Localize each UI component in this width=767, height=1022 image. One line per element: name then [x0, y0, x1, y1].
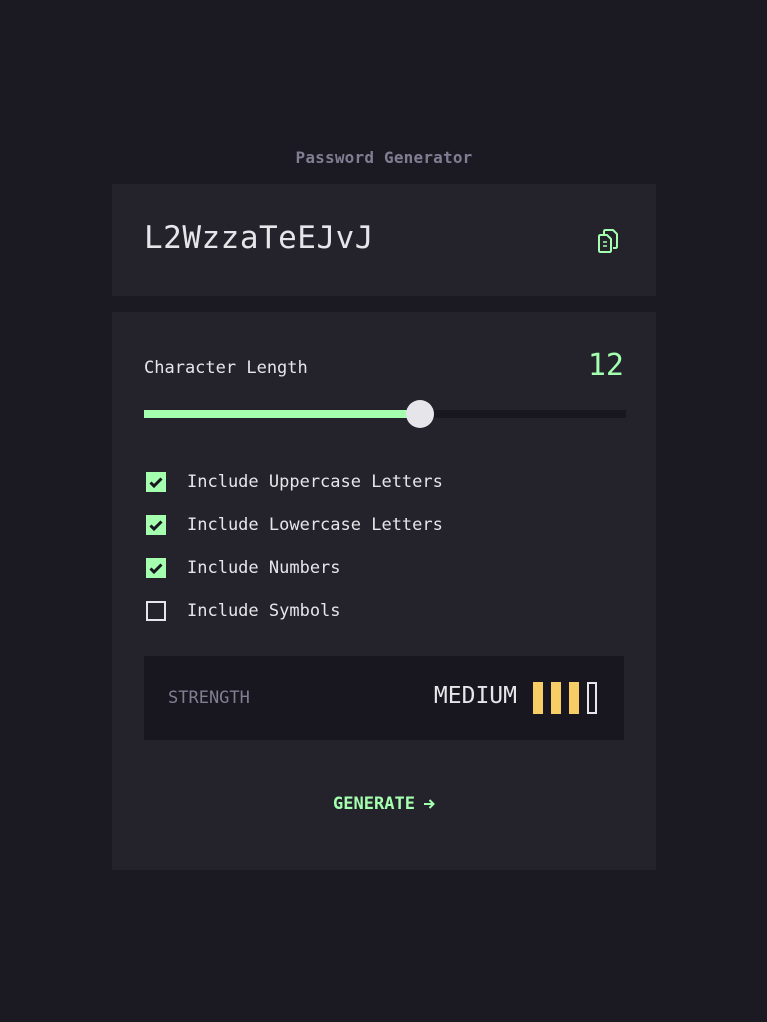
arrow-right-icon — [423, 799, 435, 809]
generated-password: L2WzzaTeEJvJ — [144, 220, 374, 256]
strength-bars — [533, 682, 605, 714]
option-label: Include Symbols — [187, 601, 341, 621]
option-label: Include Lowercase Letters — [187, 515, 443, 535]
length-label: Character Length — [144, 358, 308, 378]
strength-bar — [569, 682, 579, 714]
option-row[interactable]: Include Numbers — [146, 558, 443, 601]
option-label: Include Numbers — [187, 558, 341, 578]
strength-value: MEDIUM — [433, 683, 517, 709]
strength-bar — [533, 682, 543, 714]
slider-fill — [144, 410, 420, 418]
strength-meter: STRENGTH MEDIUM — [144, 656, 624, 740]
generate-label: GENERATE — [333, 794, 415, 814]
checkbox-checked[interactable] — [146, 558, 166, 578]
length-value: 12 — [587, 348, 624, 383]
slider-thumb[interactable] — [405, 400, 434, 428]
strength-label: STRENGTH — [168, 688, 250, 708]
strength-bar — [551, 682, 561, 714]
copy-icon — [598, 229, 618, 253]
page-title: Password Generator — [295, 148, 473, 167]
settings-panel: Character Length 12 Include Uppercase Le… — [112, 312, 656, 870]
check-icon — [149, 562, 163, 574]
option-row[interactable]: Include Lowercase Letters — [146, 515, 443, 558]
strength-bar — [587, 682, 597, 714]
generate-button[interactable]: GENERATE — [112, 794, 656, 814]
password-display: L2WzzaTeEJvJ — [112, 184, 656, 296]
options-list: Include Uppercase Letters Include Lowerca… — [146, 472, 443, 644]
check-icon — [149, 519, 163, 531]
check-icon — [149, 476, 163, 488]
checkbox-checked[interactable] — [146, 472, 166, 492]
option-label: Include Uppercase Letters — [187, 472, 443, 492]
copy-button[interactable] — [596, 228, 620, 254]
length-slider[interactable] — [144, 400, 626, 428]
checkbox-checked[interactable] — [146, 515, 166, 535]
option-row[interactable]: Include Uppercase Letters — [146, 472, 443, 515]
checkbox-unchecked[interactable] — [146, 601, 166, 621]
option-row[interactable]: Include Symbols — [146, 601, 443, 644]
